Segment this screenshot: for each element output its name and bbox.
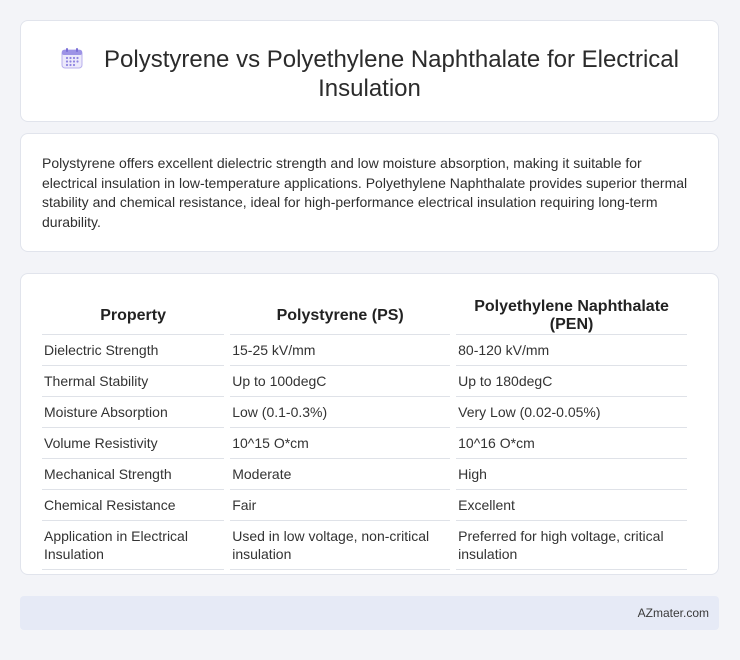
description-card: Polystyrene offers excellent dielectric … [20, 133, 719, 252]
pen-cell: 10^16 O*cm [456, 428, 687, 459]
polystyrene-cell: Up to 100degC [230, 366, 451, 397]
table-row: Mechanical Strength Moderate High [42, 459, 687, 490]
property-cell: Mechanical Strength [42, 459, 225, 490]
polystyrene-cell: Used in low voltage, non-critical insula… [230, 521, 451, 570]
table-row: Thermal Stability Up to 100degC Up to 18… [42, 366, 687, 397]
page-title: Polystyrene vs Polyethylene Naphthalate … [21, 45, 718, 103]
title-text: Polystyrene vs Polyethylene Naphthalate … [104, 46, 679, 102]
property-cell: Dielectric Strength [42, 335, 225, 366]
header-pen: Polyethylene Naphthalate (PEN) [456, 294, 687, 335]
pen-cell: High [456, 459, 687, 490]
polystyrene-cell: Low (0.1-0.3%) [230, 397, 451, 428]
comparison-table-card: Property Polystyrene (PS) Polyethylene N… [20, 273, 719, 575]
polystyrene-cell: Fair [230, 490, 451, 521]
footer-bar: AZmater.com [20, 596, 719, 630]
table-row: Chemical Resistance Fair Excellent [42, 490, 687, 521]
table-row: Volume Resistivity 10^15 O*cm 10^16 O*cm [42, 428, 687, 459]
calendar-icon [61, 48, 83, 69]
header-polystyrene: Polystyrene (PS) [230, 294, 451, 335]
description-text: Polystyrene offers excellent dielectric … [42, 155, 688, 230]
header-property: Property [42, 294, 225, 335]
polystyrene-cell: 10^15 O*cm [230, 428, 451, 459]
table-row: Moisture Absorption Low (0.1-0.3%) Very … [42, 397, 687, 428]
property-cell: Volume Resistivity [42, 428, 225, 459]
title-card: Polystyrene vs Polyethylene Naphthalate … [20, 20, 719, 122]
pen-cell: 80-120 kV/mm [456, 335, 687, 366]
footer-site-link[interactable]: AZmater.com [638, 606, 709, 620]
pen-cell: Very Low (0.02-0.05%) [456, 397, 687, 428]
pen-cell: Excellent [456, 490, 687, 521]
table-row: Application in Electrical Insulation Use… [42, 521, 687, 570]
polystyrene-cell: 15-25 kV/mm [230, 335, 451, 366]
property-cell: Application in Electrical Insulation [42, 521, 225, 570]
table-row: Dielectric Strength 15-25 kV/mm 80-120 k… [42, 335, 687, 366]
comparison-table: Property Polystyrene (PS) Polyethylene N… [36, 294, 693, 570]
property-cell: Chemical Resistance [42, 490, 225, 521]
pen-cell: Up to 180degC [456, 366, 687, 397]
property-cell: Thermal Stability [42, 366, 225, 397]
polystyrene-cell: Moderate [230, 459, 451, 490]
property-cell: Moisture Absorption [42, 397, 225, 428]
pen-cell: Preferred for high voltage, critical ins… [456, 521, 687, 570]
table-header-row: Property Polystyrene (PS) Polyethylene N… [42, 294, 687, 335]
